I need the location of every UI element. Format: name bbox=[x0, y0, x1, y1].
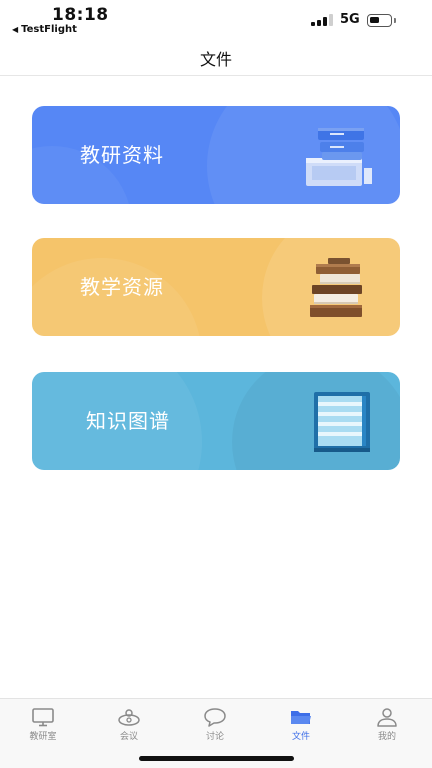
chat-bubble-icon bbox=[204, 708, 226, 727]
status-time: 18:18 bbox=[52, 5, 109, 25]
battery-tip bbox=[394, 18, 396, 23]
tab-research-room[interactable]: 教研室 bbox=[0, 699, 86, 749]
tab-mine[interactable]: 我的 bbox=[344, 699, 430, 749]
card-research-materials[interactable]: 教研资料 bbox=[32, 106, 400, 204]
signal-strength-icon bbox=[311, 14, 333, 26]
status-bar: 18:18 ◀ TestFlight 5G bbox=[0, 0, 432, 40]
tab-label: 我的 bbox=[377, 732, 396, 742]
card-label: 知识图谱 bbox=[86, 409, 170, 433]
card-teaching-resources[interactable]: 教学资源 bbox=[32, 238, 400, 336]
tab-label: 讨论 bbox=[205, 732, 224, 742]
tab-label: 教研室 bbox=[29, 732, 57, 742]
nav-header: 文件 bbox=[0, 40, 432, 76]
tab-discussion[interactable]: 讨论 bbox=[172, 699, 258, 749]
shelf-icon bbox=[314, 392, 370, 452]
back-app-label: TestFlight bbox=[21, 24, 77, 35]
tab-files[interactable]: 文件 bbox=[258, 699, 344, 749]
back-triangle-icon: ◀ bbox=[12, 25, 19, 34]
tab-label: 会议 bbox=[119, 732, 138, 742]
tab-meeting[interactable]: 会议 bbox=[86, 699, 172, 749]
book-stack-icon bbox=[310, 258, 362, 317]
home-indicator[interactable] bbox=[139, 756, 294, 761]
card-label: 教学资源 bbox=[80, 275, 164, 299]
file-cabinet-icon bbox=[306, 128, 372, 186]
tab-label: 文件 bbox=[291, 732, 310, 742]
monitor-icon bbox=[32, 708, 54, 727]
card-knowledge-graph[interactable]: 知识图谱 bbox=[32, 372, 400, 470]
page-title: 文件 bbox=[199, 50, 232, 69]
network-type: 5G bbox=[340, 12, 360, 27]
battery-level bbox=[370, 17, 379, 23]
card-label: 教研资料 bbox=[80, 143, 164, 167]
meeting-icon bbox=[118, 709, 140, 726]
back-to-app-link[interactable]: ◀ TestFlight bbox=[12, 24, 77, 35]
battery-icon bbox=[367, 14, 392, 27]
person-icon bbox=[377, 708, 397, 727]
folder-icon bbox=[291, 711, 311, 724]
